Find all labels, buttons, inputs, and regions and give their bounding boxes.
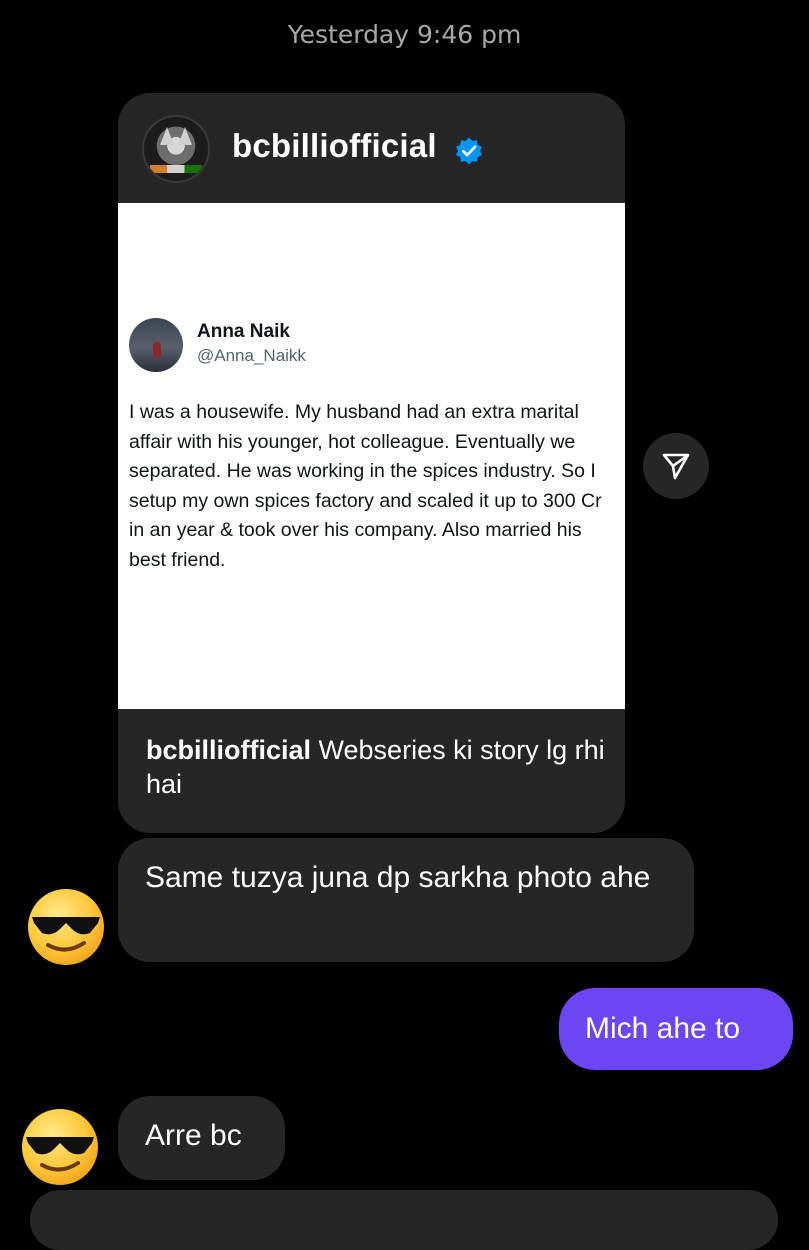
message-bubble-incoming[interactable]: Arre bc: [118, 1096, 285, 1180]
sender-avatar-sunglasses-emoji[interactable]: [26, 887, 106, 967]
post-author-username[interactable]: bcbilliofficial: [232, 127, 437, 165]
share-button[interactable]: [643, 433, 709, 499]
shared-post-header[interactable]: bcbilliofficial: [118, 93, 625, 203]
shared-post-card[interactable]: bcbilliofficial Anna Naik @Anna_Naikk I …: [118, 93, 625, 833]
post-image[interactable]: Anna Naik @Anna_Naikk I was a housewife.…: [118, 203, 625, 709]
sender-avatar-sunglasses-emoji[interactable]: [20, 1107, 100, 1187]
tweet-author-name: Anna Naik: [197, 321, 290, 342]
tweet-text: I was a housewife. My husband had an ext…: [129, 401, 602, 571]
message-timestamp: Yesterday 9:46 pm: [287, 20, 522, 49]
send-icon: [662, 453, 690, 480]
message-bubble-incoming-partial[interactable]: [30, 1190, 778, 1250]
verified-badge-icon: [455, 137, 483, 165]
message-bubble-outgoing[interactable]: Mich ahe to: [559, 988, 793, 1070]
tweet-author-handle: @Anna_Naikk: [197, 346, 306, 365]
post-author-avatar[interactable]: [142, 115, 210, 183]
post-caption: bcbilliofficial Webseries ki story lg rh…: [146, 733, 606, 801]
message-bubble-incoming[interactable]: Same tuzya juna dp sarkha photo ahe: [118, 838, 694, 962]
caption-username: bcbilliofficial: [146, 735, 312, 765]
tweet-author-avatar: [129, 318, 183, 372]
